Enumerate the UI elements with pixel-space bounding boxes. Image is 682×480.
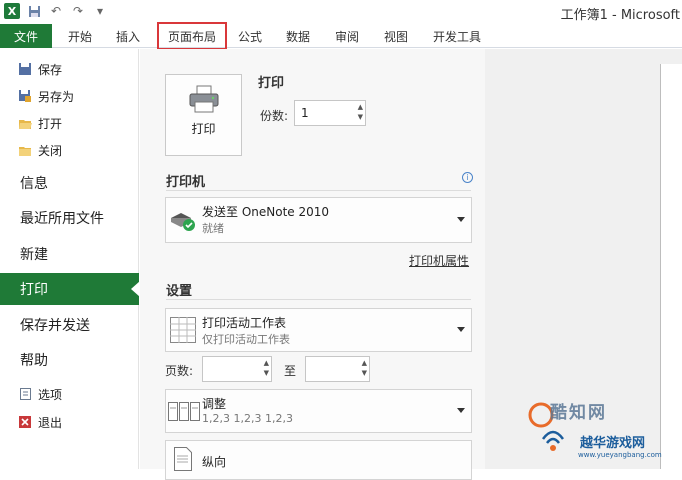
window-title: 工作簿1 - Microsoft xyxy=(560,8,680,23)
watermark-brand: 酷知网 xyxy=(550,403,607,423)
tab-file[interactable]: 文件 xyxy=(0,24,52,48)
nav-item-open[interactable]: 打开 xyxy=(0,112,139,134)
print-button-label: 打印 xyxy=(191,122,216,136)
collate-title: 调整 xyxy=(202,397,227,411)
nav-item-print[interactable]: 打印 xyxy=(0,273,140,305)
collate-desc: 1,2,3 1,2,3 1,2,3 xyxy=(202,412,293,425)
tab-insert[interactable]: 插入 xyxy=(106,24,150,48)
printer-status: 就绪 xyxy=(202,222,224,235)
tab-review[interactable]: 审阅 xyxy=(324,24,370,48)
settings-heading: 设置 xyxy=(166,284,193,299)
printer-dropdown[interactable]: 发送至 OneNote 2010 就绪 xyxy=(165,197,472,243)
nav-item-label: 打开 xyxy=(38,116,63,131)
orientation-dropdown[interactable]: 纵向 xyxy=(165,440,472,480)
preview-page xyxy=(660,64,682,469)
spin-up-icon[interactable]: ▲ xyxy=(264,358,269,368)
ribbon-tab-bar: 文件 开始 插入 页面布局 公式 数据 审阅 视图 开发工具 xyxy=(0,24,682,48)
info-icon[interactable]: i xyxy=(462,172,473,183)
open-folder-icon xyxy=(18,116,32,130)
collate-dropdown[interactable]: 调整 1,2,3 1,2,3 1,2,3 xyxy=(165,389,472,433)
print-button[interactable]: 打印 xyxy=(165,74,242,156)
tab-view[interactable]: 视图 xyxy=(374,24,418,48)
nav-item-new[interactable]: 新建 xyxy=(0,238,139,270)
printer-icon xyxy=(189,85,219,116)
nav-item-label: 保存 xyxy=(38,62,63,77)
copies-label: 份数: xyxy=(260,109,289,123)
save-as-icon xyxy=(18,89,32,103)
printer-heading: 打印机 xyxy=(166,175,206,190)
divider xyxy=(166,299,471,300)
nav-item-exit[interactable]: 退出 xyxy=(0,411,139,433)
print-what-desc: 仅打印活动工作表 xyxy=(202,333,290,346)
pages-to-label: 至 xyxy=(284,364,297,378)
copies-stepper[interactable]: 1 ▲ ▼ xyxy=(294,100,366,126)
nav-item-info[interactable]: 信息 xyxy=(0,167,139,199)
title-bar: X ↶ ↷ ▾ 工作簿1 - Microsoft xyxy=(0,0,682,24)
spin-down-icon[interactable]: ▼ xyxy=(358,112,363,122)
nav-item-save-as[interactable]: 另存为 xyxy=(0,85,139,107)
worksheet-icon xyxy=(170,317,196,346)
quick-access-toolbar: X ↶ ↷ ▾ xyxy=(4,3,108,19)
pages-to-stepper[interactable]: ▲ ▼ xyxy=(305,356,370,382)
print-what-dropdown[interactable]: 打印活动工作表 仅打印活动工作表 xyxy=(165,308,472,352)
watermark-site-url: www.yueyangbang.com xyxy=(578,451,662,459)
watermark-site-name: 越华游戏网 xyxy=(580,436,646,451)
nav-item-label: 关闭 xyxy=(38,143,63,158)
save-icon[interactable] xyxy=(26,3,42,19)
tab-formulas[interactable]: 公式 xyxy=(228,24,272,48)
spin-up-icon[interactable]: ▲ xyxy=(358,102,363,112)
redo-icon[interactable]: ↷ xyxy=(70,3,86,19)
tab-home[interactable]: 开始 xyxy=(58,24,102,48)
nav-item-label: 选项 xyxy=(38,387,63,402)
tab-data[interactable]: 数据 xyxy=(276,24,320,48)
portrait-page-icon xyxy=(174,447,192,474)
exit-icon xyxy=(18,415,32,429)
nav-item-help[interactable]: 帮助 xyxy=(0,344,139,376)
print-section-title: 打印 xyxy=(258,76,285,91)
printer-ready-icon xyxy=(169,212,197,235)
close-folder-icon xyxy=(18,143,32,157)
pages-from-stepper[interactable]: ▲ ▼ xyxy=(202,356,272,382)
copies-value: 1 xyxy=(301,106,309,120)
nav-item-save-send[interactable]: 保存并发送 xyxy=(0,309,139,341)
excel-logo-icon[interactable]: X xyxy=(4,3,20,19)
nav-item-label: 退出 xyxy=(38,415,63,430)
tab-developer[interactable]: 开发工具 xyxy=(424,24,490,48)
nav-item-recent[interactable]: 最近所用文件 xyxy=(0,202,139,234)
chevron-down-icon xyxy=(457,408,465,413)
spin-up-icon[interactable]: ▲ xyxy=(362,358,367,368)
customize-quick-access-icon[interactable]: ▾ xyxy=(92,3,108,19)
nav-item-options[interactable]: 选项 xyxy=(0,383,139,405)
divider xyxy=(166,190,471,191)
page-layout-highlight-box xyxy=(157,22,227,50)
spin-down-icon[interactable]: ▼ xyxy=(264,368,269,378)
spin-down-icon[interactable]: ▼ xyxy=(362,368,367,378)
print-what-title: 打印活动工作表 xyxy=(202,316,287,330)
printer-name: 发送至 OneNote 2010 xyxy=(202,205,330,219)
save-icon xyxy=(18,62,32,76)
options-icon xyxy=(18,387,32,401)
orientation-value: 纵向 xyxy=(202,455,227,469)
nav-item-save[interactable]: 保存 xyxy=(0,58,139,80)
collate-icon xyxy=(168,400,200,425)
nav-item-close[interactable]: 关闭 xyxy=(0,139,139,161)
printer-properties-link[interactable]: 打印机属性 xyxy=(409,252,469,269)
undo-icon[interactable]: ↶ xyxy=(48,3,64,19)
chevron-down-icon xyxy=(457,327,465,332)
chevron-down-icon xyxy=(457,217,465,222)
nav-item-label: 另存为 xyxy=(38,89,75,104)
pages-label: 页数: xyxy=(165,364,194,378)
